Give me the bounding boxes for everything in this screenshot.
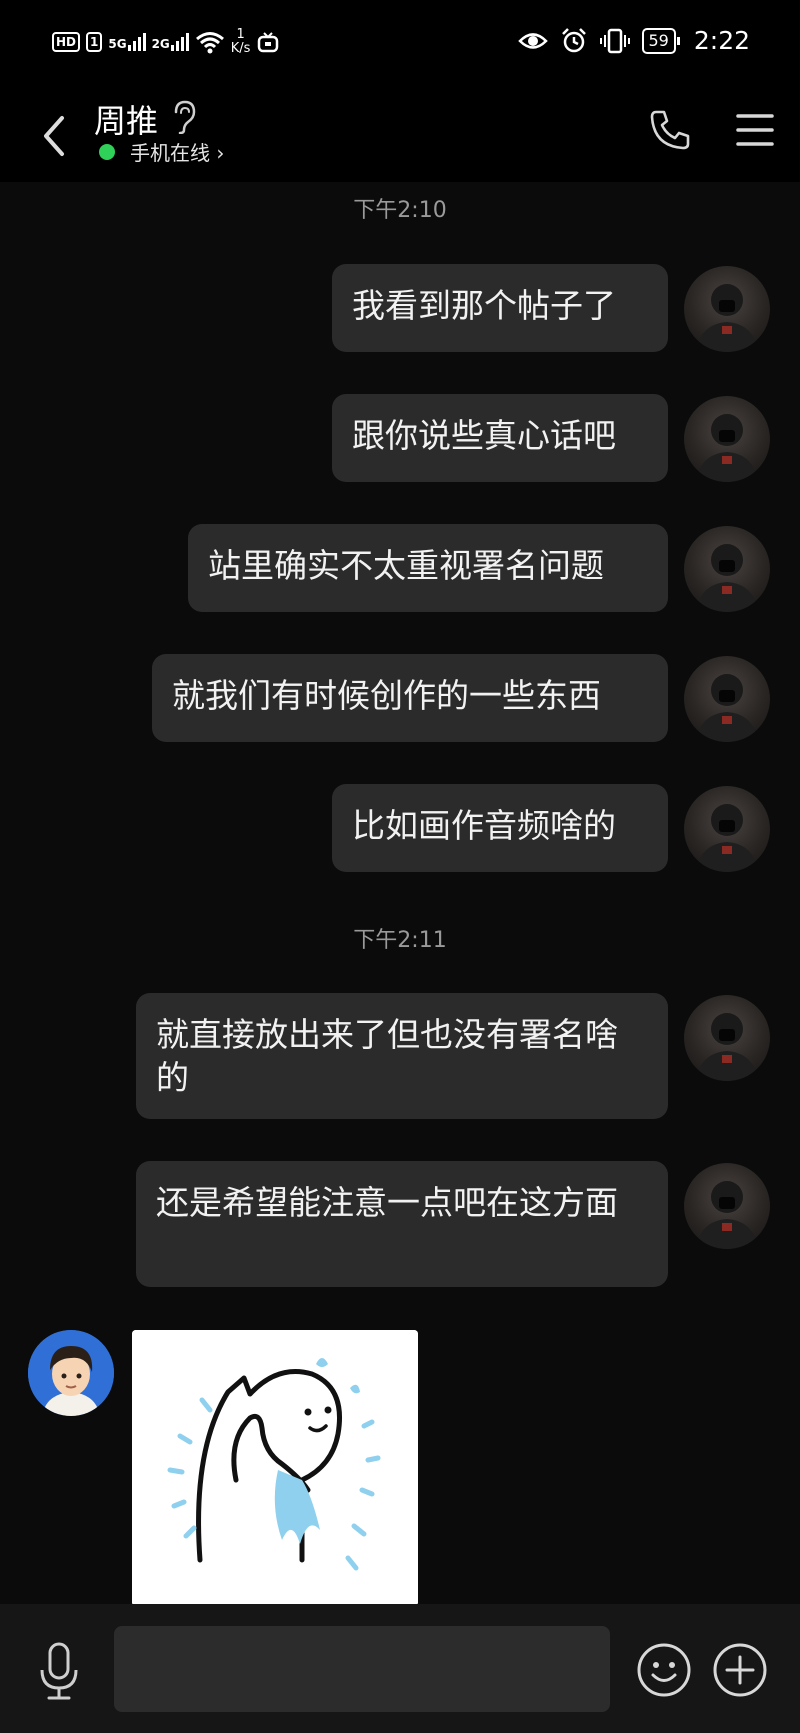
eye-icon	[517, 32, 548, 49]
message-bubble[interactable]: 站里确实不太重视署名问题	[188, 524, 668, 612]
vibrate-icon	[599, 28, 630, 53]
status-bar: HD 1 5G 2G 1 K/s 59 2:22	[0, 0, 800, 90]
avatar[interactable]	[684, 656, 770, 742]
network-speed: 1 K/s	[230, 27, 251, 56]
sim-badge: 1	[86, 32, 103, 52]
avatar[interactable]	[684, 526, 770, 612]
status-left: HD 1 5G 2G 1 K/s	[52, 28, 280, 56]
alarm-icon	[561, 27, 586, 52]
avatar[interactable]	[684, 995, 770, 1081]
back-chevron-icon[interactable]	[34, 108, 74, 164]
wifi-icon	[195, 32, 224, 54]
status-time: 2:22	[693, 26, 750, 55]
tv-app-icon	[258, 32, 279, 53]
message-bubble[interactable]: 就我们有时候创作的一些东西	[152, 654, 668, 742]
emoji-icon[interactable]	[636, 1642, 692, 1698]
online-status[interactable]: 手机在线 ›	[130, 137, 224, 166]
menu-icon[interactable]	[736, 112, 774, 148]
hd-badge: HD	[52, 32, 81, 52]
timestamp: 下午2:11	[353, 928, 447, 953]
input-bar	[0, 1604, 800, 1733]
avatar[interactable]	[684, 786, 770, 872]
mic-icon[interactable]	[34, 1640, 84, 1702]
message-bubble[interactable]: 跟你说些真心话吧	[332, 394, 668, 482]
avatar[interactable]	[684, 1163, 770, 1249]
online-status-dot	[99, 144, 115, 160]
phone-icon[interactable]	[648, 108, 692, 152]
message-bubble[interactable]: 就直接放出来了但也没有署名啥的	[136, 993, 668, 1119]
contact-name[interactable]: 周推	[94, 96, 158, 142]
timestamp: 下午2:10	[353, 198, 447, 223]
signal-5g-icon: 5G	[108, 33, 146, 51]
chevron-right-icon: ›	[216, 141, 225, 165]
signal-2g-icon: 2G	[152, 33, 189, 51]
status-right: 59 2:22	[517, 26, 750, 55]
avatar[interactable]	[684, 396, 770, 482]
chat-header: 周推 手机在线 ›	[0, 90, 800, 182]
message-list[interactable]: 下午2:10 我看到那个帖子了 跟你说些真心话吧 站里确实不太重视署名问题 就我…	[0, 182, 800, 1604]
battery-indicator: 59	[641, 27, 681, 54]
sticker-image[interactable]	[132, 1330, 418, 1604]
contact-avatar[interactable]	[28, 1330, 114, 1416]
message-bubble[interactable]: 比如画作音频啥的	[332, 784, 668, 872]
avatar[interactable]	[684, 266, 770, 352]
message-bubble[interactable]: 还是希望能注意一点吧在这方面	[136, 1161, 668, 1287]
message-bubble[interactable]: 我看到那个帖子了	[332, 264, 668, 352]
message-input[interactable]	[114, 1626, 610, 1712]
ear-icon[interactable]	[170, 100, 198, 134]
plus-icon[interactable]	[712, 1642, 768, 1698]
